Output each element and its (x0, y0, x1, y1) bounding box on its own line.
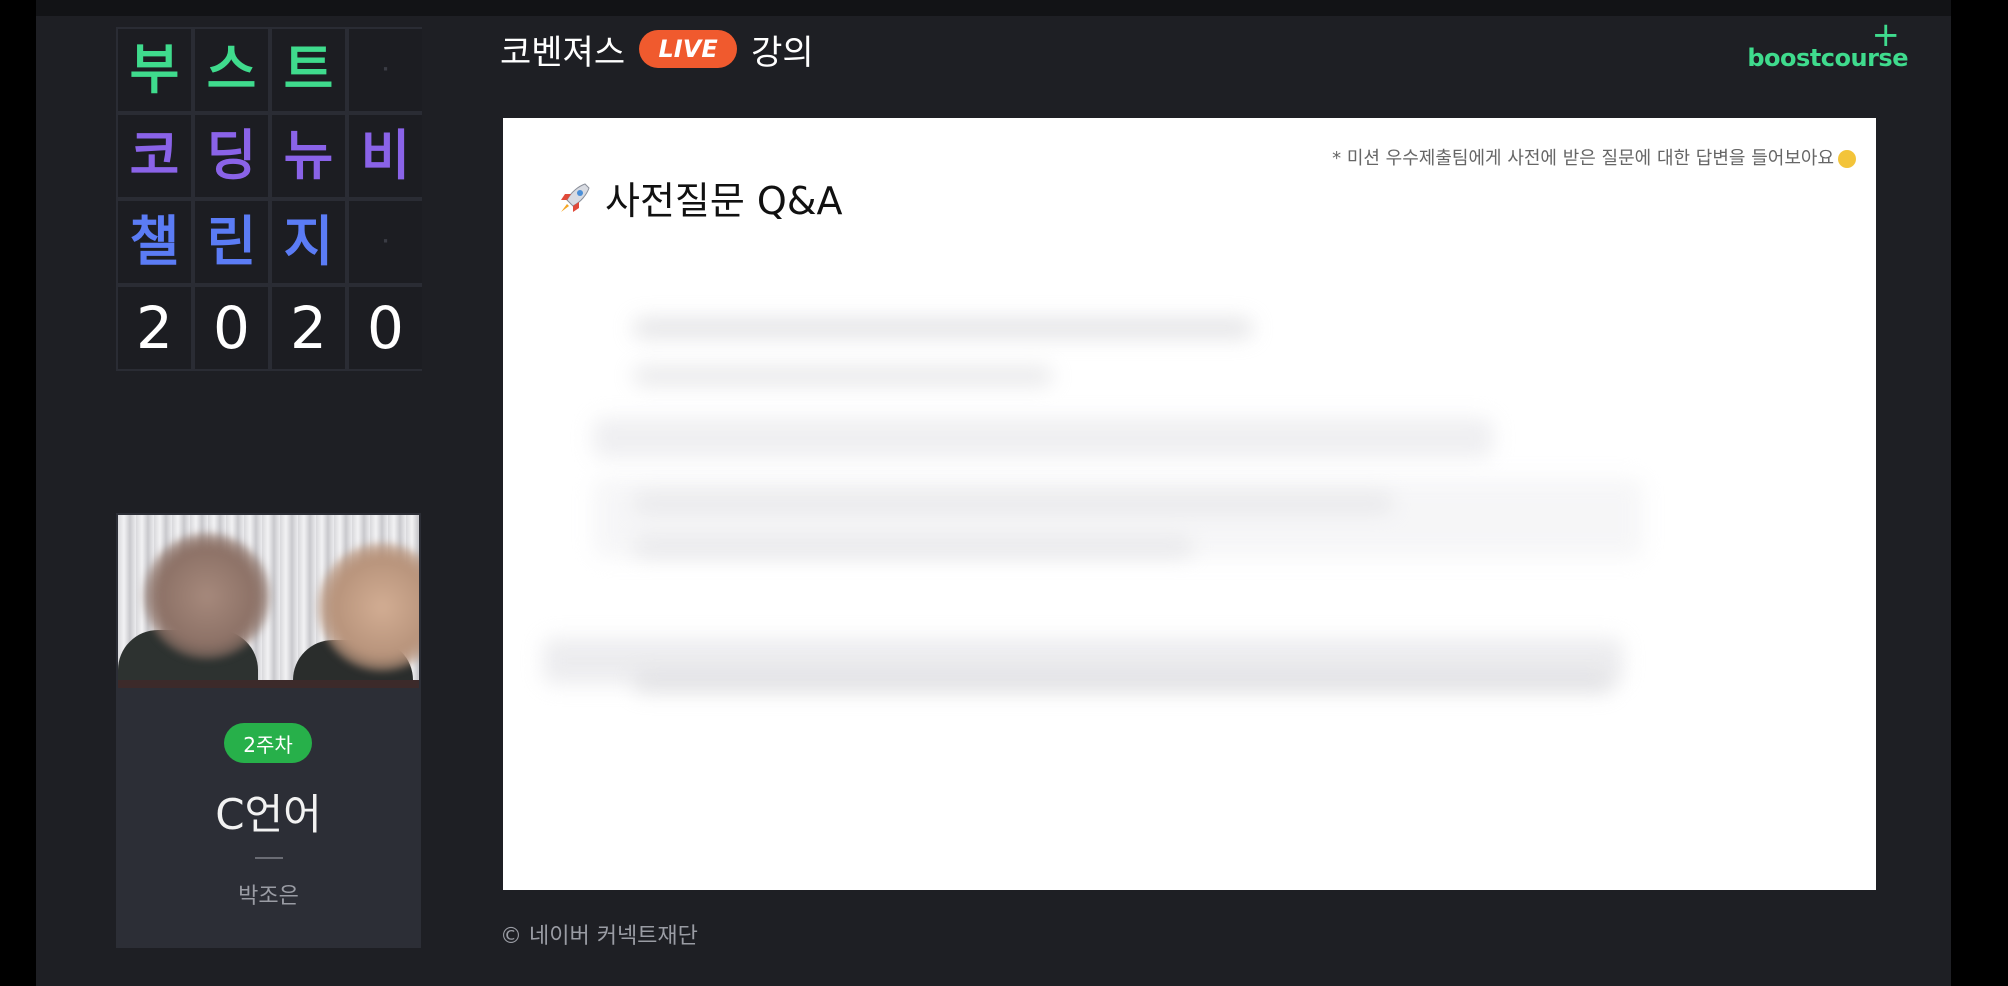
title-char: 코 (118, 115, 191, 197)
smile-emoji-icon (1838, 150, 1856, 168)
title-dot: · (349, 29, 422, 111)
blurred-content (593, 418, 1493, 458)
title-char: 비 (349, 115, 422, 197)
slide-title: 사전질문 Q&A (555, 170, 842, 225)
webcam-feed (118, 515, 419, 688)
lecture-label: 강의 (751, 32, 814, 73)
title-char: 스 (195, 29, 268, 111)
blurred-content (593, 478, 1643, 558)
slide-note-text: * 미션 우수제출팀에게 사전에 받은 질문에 대한 답변을 들어보아요 (1332, 148, 1834, 169)
logo-wordmark: boostcourse (1747, 44, 1908, 72)
boostcourse-logo: + boostcourse (1728, 18, 1908, 74)
lecture-series: 코벤져스 (500, 32, 626, 73)
top-bar (36, 0, 1951, 16)
rocket-icon (555, 178, 595, 218)
blurred-content (633, 673, 1613, 693)
divider (255, 857, 283, 859)
title-year-digit: 2 (272, 287, 345, 369)
desk-strip (118, 680, 419, 688)
title-char: 트 (272, 29, 345, 111)
title-char: 부 (118, 29, 191, 111)
title-dot: · (349, 201, 422, 283)
lecture-header: 코벤져스 LIVE 강의 (500, 26, 814, 73)
blurred-face (144, 533, 270, 659)
instructor-name: 박조은 (238, 884, 299, 909)
title-char: 챌 (118, 201, 191, 283)
presenter-card: 2주차 C언어 박조은 (116, 513, 421, 948)
title-year-digit: 2 (118, 287, 191, 369)
title-char: 딩 (195, 115, 268, 197)
week-badge: 2주차 (224, 723, 312, 763)
title-char: 뉴 (272, 115, 345, 197)
title-char: 린 (195, 201, 268, 283)
title-year-digit: 0 (349, 287, 422, 369)
slide-title-text: 사전질문 Q&A (605, 179, 843, 223)
title-year-digit: 0 (195, 287, 268, 369)
slide-note: * 미션 우수제출팀에게 사전에 받은 질문에 대한 답변을 들어보아요 (1332, 144, 1856, 170)
live-badge: LIVE (639, 30, 738, 68)
blurred-content (633, 318, 1253, 338)
boost-coding-challenge-title: 부 스 트 · 코 딩 뉴 비 챌 린 지 · 2 0 2 0 (116, 27, 422, 371)
blurred-content (633, 366, 1053, 386)
title-char: 지 (272, 201, 345, 283)
copyright: © 네이버 커넥트재단 (500, 924, 698, 949)
course-name: C언어 (215, 790, 322, 839)
presentation-slide: * 미션 우수제출팀에게 사전에 받은 질문에 대한 답변을 들어보아요 사전질… (503, 118, 1876, 890)
video-frame: 부 스 트 · 코 딩 뉴 비 챌 린 지 · 2 0 2 0 2주차 C언어 … (36, 0, 1951, 986)
